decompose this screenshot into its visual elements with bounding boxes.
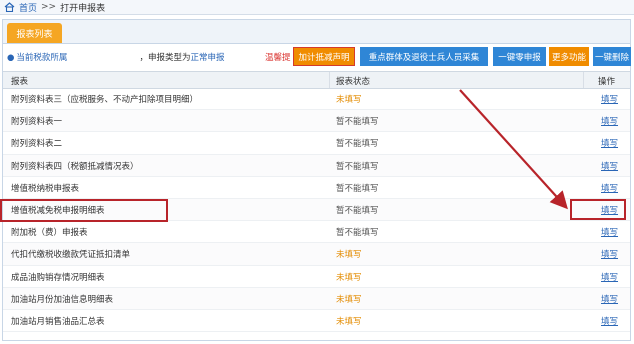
- highlight-box-report-name: [0, 199, 168, 222]
- report-status: 暂不能填写: [336, 183, 379, 194]
- fill-link[interactable]: 填写: [601, 226, 618, 238]
- report-status: 暂不能填写: [336, 139, 379, 150]
- report-status: 暂不能填写: [336, 205, 379, 216]
- table-row: 代扣代缴税收缴款凭证抵扣清单 未填写 填写: [3, 243, 630, 266]
- report-name: 成品油购销存情况明细表: [11, 272, 105, 283]
- fill-link[interactable]: 填写: [601, 93, 618, 105]
- declaration-info: ● 当前税款所属 ，申报类型为正常申报: [7, 51, 224, 63]
- column-divider: [583, 72, 584, 88]
- report-name: 附列资料表三（应税服务、不动产扣除项目明细）: [11, 95, 199, 105]
- table-row: 附列资料表一 暂不能填写 填写: [3, 110, 630, 133]
- more-functions-button[interactable]: 更多功能: [549, 47, 589, 66]
- one-click-delete-button[interactable]: 一键删除: [593, 47, 631, 66]
- fill-link[interactable]: 填写: [601, 293, 618, 305]
- report-name: 加油站月销售油品汇总表: [11, 316, 105, 327]
- report-status: 暂不能填写: [336, 117, 379, 128]
- one-click-zero-declaration-button[interactable]: 一键零申报: [493, 47, 546, 66]
- toolbar: ● 当前税款所属 ，申报类型为正常申报 温馨提 加计抵减声明 重点群体及退役士兵人员…: [3, 44, 631, 70]
- report-panel: 报表列表 ● 当前税款所属 ，申报类型为正常申报 温馨提 加计抵减声明 重点群体及退…: [2, 19, 631, 341]
- report-name: 代扣代缴税收缴款凭证抵扣清单: [11, 250, 131, 261]
- report-status: 暂不能填写: [336, 161, 379, 172]
- fill-link[interactable]: 填写: [601, 315, 618, 327]
- report-status: 未填写: [336, 294, 362, 305]
- table-row: 附列资料表三（应税服务、不动产扣除项目明细） 未填写 填写: [3, 88, 630, 111]
- report-name: 附列资料表二: [11, 139, 63, 150]
- table-row: 增值税纳税申报表 暂不能填写 填写: [3, 177, 630, 199]
- highlight-box-fill-link: [570, 199, 626, 220]
- fill-link[interactable]: 填写: [601, 160, 618, 172]
- table-row: 加油站月销售油品汇总表 未填写 填写: [3, 310, 630, 333]
- declaration-type-value: 正常申报: [190, 53, 225, 63]
- report-status: 未填写: [336, 316, 362, 327]
- breadcrumb-home-link[interactable]: 首页: [19, 1, 37, 14]
- info-prefix: 当前税款所属: [16, 53, 68, 63]
- table-row: 附列资料表四（税额抵减情况表） 暂不能填写 填写: [3, 154, 630, 177]
- report-status: 暂不能填写: [336, 228, 379, 239]
- table-row: 附加税（费）申报表 暂不能填写 填写: [3, 221, 630, 244]
- column-header-report: 报表: [11, 77, 29, 87]
- report-name: 增值税纳税申报表: [11, 183, 80, 194]
- tab-strip: 报表列表: [3, 20, 630, 44]
- fill-link[interactable]: 填写: [601, 271, 618, 283]
- report-name: 加油站月份加油信息明细表: [11, 294, 114, 305]
- key-group-veterans-collect-button[interactable]: 重点群体及退役士兵人员采集: [360, 47, 488, 66]
- fill-link[interactable]: 填写: [601, 248, 618, 260]
- table-row: 成品油购销存情况明细表 未填写 填写: [3, 266, 630, 288]
- location-icon: ●: [7, 53, 15, 63]
- report-name: 附列资料表四（税额抵减情况表）: [11, 161, 139, 172]
- fill-link[interactable]: 填写: [601, 137, 618, 149]
- tab-report-list[interactable]: 报表列表: [7, 23, 62, 43]
- report-name: 附加税（费）申报表: [11, 228, 88, 239]
- add-deduction-statement-button[interactable]: 加计抵减声明: [293, 47, 355, 66]
- table-header: 报表 报表状态 操作: [3, 71, 630, 89]
- column-header-status: 报表状态: [336, 77, 371, 87]
- report-name: 附列资料表一: [11, 117, 63, 128]
- fill-link[interactable]: 填写: [601, 115, 618, 127]
- breadcrumb: 首页 >> 打开申报表: [0, 0, 634, 15]
- report-status: 未填写: [336, 250, 362, 261]
- breadcrumb-separator: >>: [41, 2, 57, 12]
- home-icon[interactable]: [4, 2, 16, 13]
- report-status: 未填写: [336, 272, 362, 283]
- column-divider: [329, 72, 330, 88]
- table-row: 附列资料表二 暂不能填写 填写: [3, 132, 630, 155]
- breadcrumb-current: 打开申报表: [60, 3, 106, 14]
- column-header-operation: 操作: [598, 77, 616, 87]
- report-status: 未填写: [336, 95, 362, 105]
- warning-text[interactable]: 温馨提: [265, 51, 291, 63]
- table-row: 加油站月份加油信息明细表 未填写 填写: [3, 287, 630, 310]
- fill-link[interactable]: 填写: [601, 182, 618, 194]
- info-mid: ，申报类型为: [139, 53, 191, 63]
